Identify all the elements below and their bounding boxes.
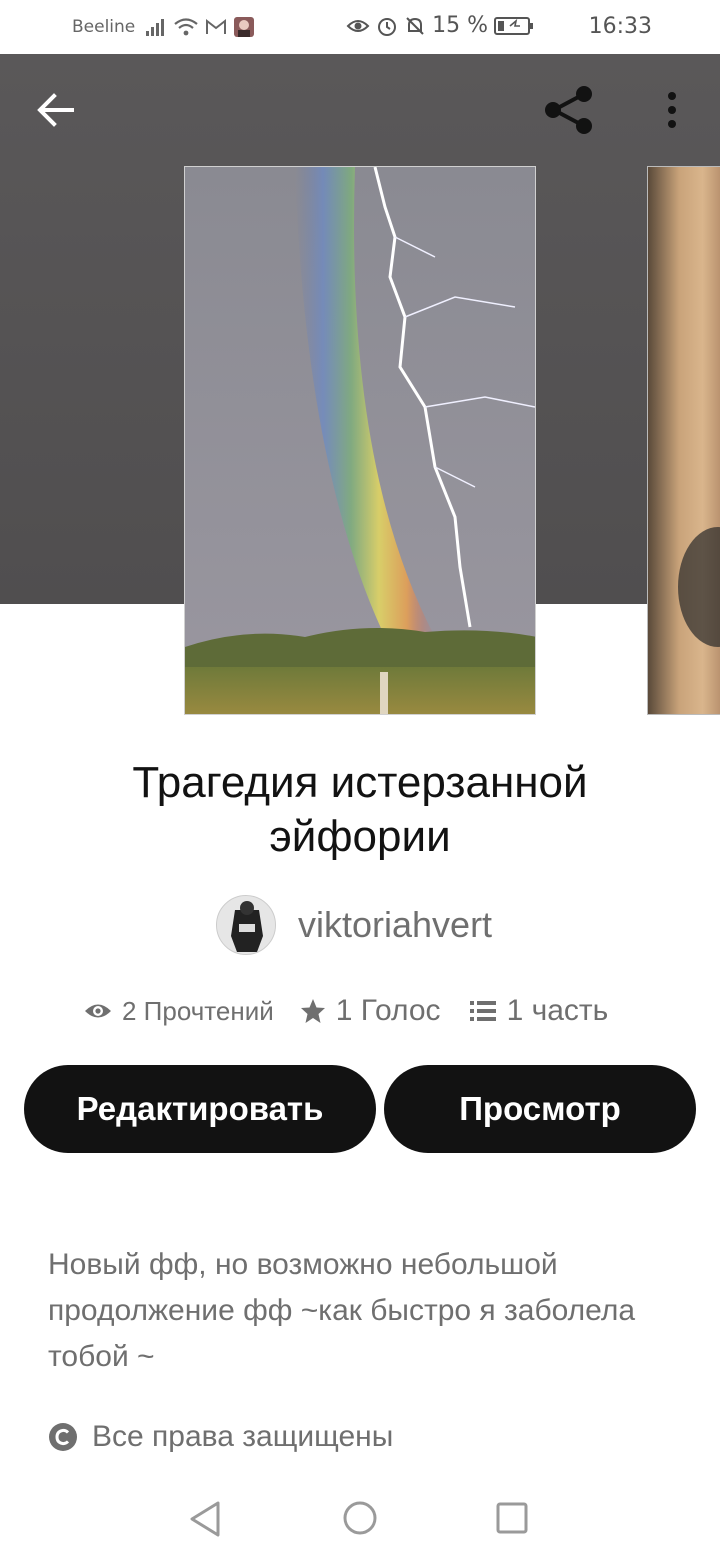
status-bar: Beeline 15 % 16:33: [0, 0, 720, 54]
status-right-icons: 15 %: [346, 13, 534, 38]
next-story-cover[interactable]: [647, 166, 720, 715]
reads-count: 2 Прочтений: [122, 995, 274, 1026]
signal-icon: [146, 19, 164, 36]
edit-button[interactable]: Редактировать: [24, 1065, 376, 1153]
star-icon: [300, 999, 325, 1023]
rainbow-lightning-cover-image: [185, 167, 535, 714]
share-button[interactable]: [540, 84, 596, 138]
story-title: Трагедия истерзанной эйфории: [60, 756, 660, 864]
story-title-line2: эйфории: [269, 812, 451, 861]
clock: 16:33: [588, 14, 652, 39]
more-vertical-icon: [668, 92, 676, 128]
nav-recents-icon[interactable]: [496, 1502, 528, 1534]
story-title-line1: Трагедия истерзанной: [132, 758, 588, 807]
author-avatar-image: [217, 896, 275, 954]
votes-stat: 1 Голос: [300, 994, 441, 1028]
alarm-icon: [378, 17, 397, 36]
mail-icon: [206, 18, 226, 34]
avatar[interactable]: [216, 895, 276, 955]
reads-stat: 2 Прочтений: [84, 996, 274, 1027]
eye-comfort-icon: [346, 19, 370, 32]
story-stats: 2 Прочтений 1 Голос 1 часть: [84, 994, 608, 1028]
next-cover-image: [678, 527, 720, 647]
notification-avatar-icon: [234, 17, 254, 37]
share-icon: [545, 86, 592, 134]
carrier-label: Beeline: [72, 17, 136, 37]
battery-icon: [494, 16, 533, 35]
nav-back-icon[interactable]: [188, 1500, 222, 1538]
eye-icon: [85, 1004, 111, 1018]
author-row[interactable]: viktoriahvert: [216, 895, 492, 955]
copyright-row: Все права защищены: [48, 1420, 393, 1454]
mute-bell-icon: [406, 16, 424, 35]
wifi-icon: [174, 18, 198, 36]
battery-percent: 15 %: [432, 13, 488, 38]
copyright-icon: [49, 1423, 77, 1451]
parts-count: 1 часть: [506, 994, 609, 1027]
arrow-left-icon: [37, 93, 74, 127]
story-description: Новый фф, но возможно небольшой продолже…: [48, 1248, 636, 1373]
nav-home-icon[interactable]: [342, 1500, 378, 1536]
more-options-button[interactable]: [660, 90, 684, 132]
system-navigation-bar: [0, 1480, 720, 1560]
status-left-icons: [145, 16, 255, 38]
story-cover[interactable]: [184, 166, 536, 715]
votes-count: 1 Голос: [335, 994, 441, 1027]
list-icon: [469, 1001, 496, 1021]
author-name[interactable]: viktoriahvert: [298, 904, 492, 946]
view-button[interactable]: Просмотр: [384, 1065, 696, 1153]
back-button[interactable]: [34, 90, 78, 130]
copyright-text: Все права защищены: [92, 1420, 394, 1453]
parts-stat: 1 часть: [469, 994, 609, 1028]
